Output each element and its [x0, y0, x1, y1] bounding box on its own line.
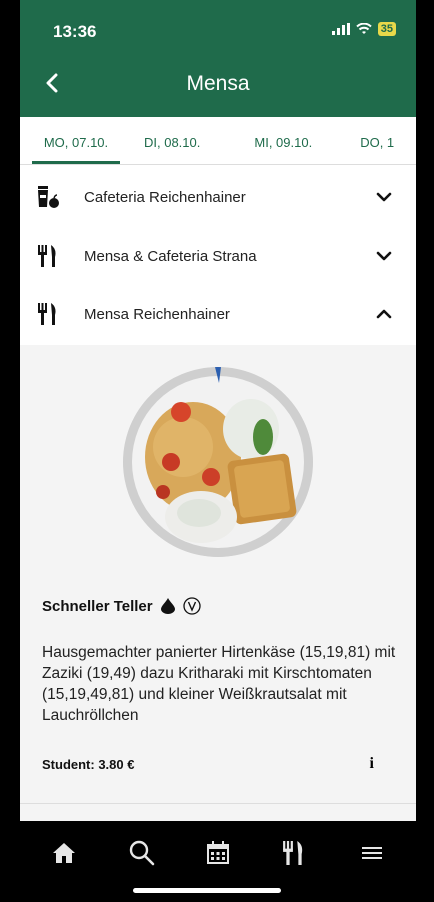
drop-icon	[160, 598, 175, 614]
home-icon[interactable]	[50, 839, 78, 867]
location-label: Mensa & Cafeteria Strana	[84, 247, 257, 265]
calendar-icon[interactable]	[204, 839, 232, 867]
meal-panel: Schneller Teller Hausgemachter panierter…	[20, 345, 416, 821]
wifi-icon	[356, 23, 372, 34]
location-row-cafeteria-reichenhainer[interactable]: Cafeteria Reichenhainer	[20, 169, 416, 225]
location-row-mensa-strana[interactable]: Mensa & Cafeteria Strana	[20, 228, 416, 284]
chevron-down-icon	[376, 192, 392, 202]
divider	[20, 803, 416, 804]
status-icons: 35	[331, 22, 396, 36]
coffee-apple-icon	[36, 185, 60, 209]
cutlery-icon[interactable]	[280, 839, 308, 867]
info-button[interactable]: i	[370, 755, 374, 773]
signal-icon	[331, 23, 350, 35]
meal-name: Schneller Teller	[42, 597, 153, 615]
tab-tuesday[interactable]: DI, 08.10.	[144, 117, 200, 164]
menu-icon[interactable]	[358, 839, 386, 867]
app-header: 13:36 35 Mensa	[20, 0, 416, 117]
location-label: Mensa Reichenhainer	[84, 305, 230, 323]
tab-thursday[interactable]: DO, 1	[360, 117, 394, 164]
page-title: Mensa	[186, 72, 250, 95]
battery-indicator: 35	[377, 22, 396, 36]
meal-description: Hausgemachter panierter Hirtenkäse (15,1…	[42, 644, 396, 724]
home-indicator	[133, 888, 281, 893]
meal-title: Schneller Teller	[42, 597, 201, 615]
date-tabs: MO, 07.10. DI, 08.10. MI, 09.10. DO, 1	[20, 117, 416, 165]
vegetarian-v-icon	[182, 597, 201, 615]
chevron-up-icon	[376, 309, 392, 319]
search-icon[interactable]	[128, 839, 156, 867]
phone-screen: 13:36 35 Mensa MO, 07.10. DI, 08.10. MI,…	[20, 0, 416, 902]
chevron-down-icon	[376, 251, 392, 261]
meal-price: Student: 3.80 €	[42, 757, 135, 772]
tab-monday[interactable]: MO, 07.10.	[32, 117, 120, 164]
cutlery-icon	[36, 302, 60, 326]
location-label: Cafeteria Reichenhainer	[84, 188, 246, 206]
cutlery-icon	[36, 244, 60, 268]
tab-wednesday[interactable]: MI, 09.10.	[254, 117, 312, 164]
location-row-mensa-reichenhainer[interactable]: Mensa Reichenhainer	[20, 286, 416, 342]
status-time: 13:36	[53, 22, 97, 41]
meal-photo[interactable]	[123, 367, 313, 557]
